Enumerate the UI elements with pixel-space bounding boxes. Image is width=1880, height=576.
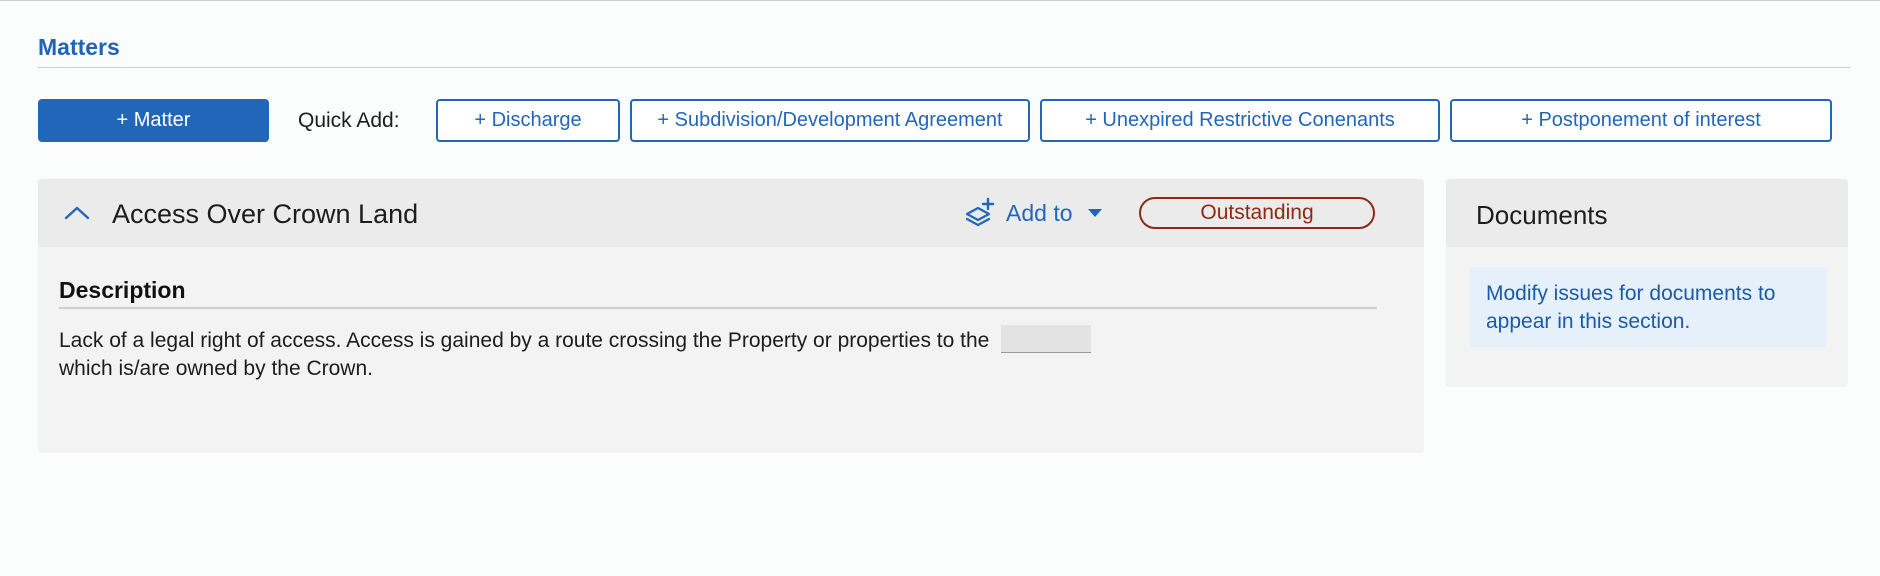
matter-title: Access Over Crown Land <box>112 199 419 229</box>
title-divider <box>38 67 1850 68</box>
description-text-part2: which is/are owned by the Crown. <box>59 357 373 380</box>
description-heading: Description <box>59 277 186 303</box>
quick-add-discharge-button[interactable]: + Discharge <box>436 99 620 142</box>
description-text-part1: Lack of a legal right of access. Access … <box>59 329 990 352</box>
quick-add-subdivision-button[interactable]: + Subdivision/Development Agreement <box>630 99 1030 142</box>
documents-panel: Documents Modify issues for documents to… <box>1446 179 1848 387</box>
description-text: Lack of a legal right of access. Access … <box>59 325 1379 383</box>
blank-fill-field[interactable] <box>1001 325 1092 353</box>
matter-panel: Access Over Crown Land Add to Outstandin… <box>38 179 1424 453</box>
status-badge: Outstanding <box>1139 197 1375 229</box>
description-divider <box>59 307 1377 309</box>
documents-info-message: Modify issues for documents to appear in… <box>1470 267 1826 347</box>
add-to-label: Add to <box>1006 199 1073 226</box>
caret-down-icon <box>1087 209 1102 217</box>
quick-add-restrictive-covenants-button[interactable]: + Unexpired Restrictive Conenants <box>1040 99 1440 142</box>
chevron-up-icon[interactable] <box>62 201 92 225</box>
quick-add-postponement-button[interactable]: + Postponement of interest <box>1450 99 1832 142</box>
add-to-dropdown[interactable]: Add to <box>964 195 1103 231</box>
quick-add-label: Quick Add: <box>298 109 400 132</box>
add-matter-button[interactable]: + Matter <box>38 99 269 142</box>
page-title: Matters <box>38 34 120 60</box>
matter-header[interactable]: Access Over Crown Land Add to Outstandin… <box>38 179 1424 247</box>
documents-title: Documents <box>1476 200 1608 230</box>
layers-plus-icon <box>965 197 995 227</box>
documents-header: Documents <box>1446 179 1848 247</box>
